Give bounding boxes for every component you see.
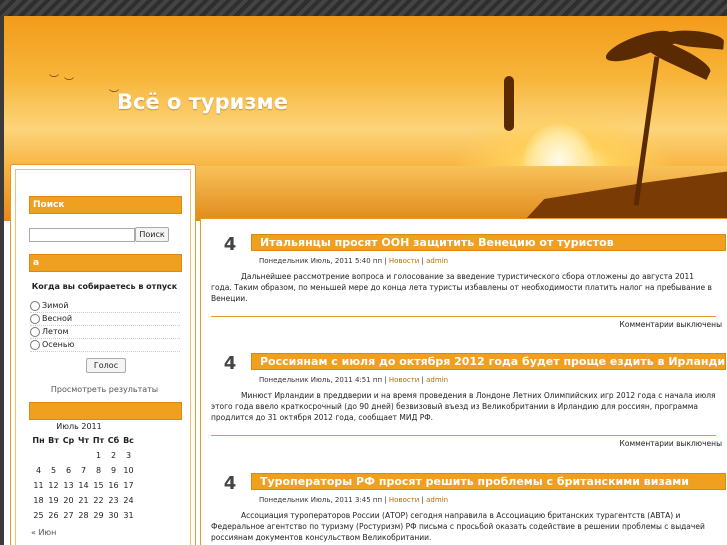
main-content: 4 Итальянцы просят ООН защитить Венецию … xyxy=(200,218,727,545)
search-button[interactable]: Поиск xyxy=(135,227,169,242)
post-body: Минюст Ирландии в преддверии и на время … xyxy=(211,391,716,422)
post-author[interactable]: admin xyxy=(426,257,448,265)
calendar-week: 4 5 6 7 8 9 10 xyxy=(35,466,134,475)
post-comments-link[interactable]: Комментарии выключены xyxy=(620,320,722,329)
post-body: Ассоциация туроператоров России (АТОР) с… xyxy=(211,511,705,542)
post-category[interactable]: Новости xyxy=(389,376,419,384)
post: 4 Россиянам с июля до октября 2012 года … xyxy=(201,353,727,468)
calendar-week: 11 12 13 14 15 16 17 xyxy=(33,481,134,490)
calendar-week: 18 19 20 21 22 23 24 xyxy=(33,496,134,505)
radio-icon[interactable] xyxy=(30,313,40,324)
figure-graphic xyxy=(504,76,514,131)
calendar-week: 123 xyxy=(95,451,132,460)
bird-icon: ︶ xyxy=(49,75,59,86)
poll-option[interactable]: Осенью xyxy=(30,339,180,352)
post-title[interactable]: Россиянам с июля до октября 2012 года бу… xyxy=(251,353,726,370)
post-category[interactable]: Новости xyxy=(389,257,419,265)
post-author[interactable]: admin xyxy=(426,376,448,384)
post-category[interactable]: Новости xyxy=(389,496,419,504)
post: 4 Туроператоры РФ просят решить проблемы… xyxy=(201,473,727,545)
post-author[interactable]: admin xyxy=(426,496,448,504)
search-input[interactable] xyxy=(29,228,135,242)
post-body: Дальнейшее рассмотрение вопроса и голосо… xyxy=(211,272,712,303)
poll-widget-title: а xyxy=(29,254,182,272)
calendar-widget-title xyxy=(29,402,182,420)
page-frame: ︶ ︶ ︶ Всё о туризме Поиск Поиск а Когда … xyxy=(4,16,727,545)
poll-question: Когда вы собираетесь в отпуск xyxy=(31,282,178,291)
radio-icon[interactable] xyxy=(30,326,40,337)
site-title[interactable]: Всё о туризме xyxy=(117,90,288,114)
post-day: 4 xyxy=(223,234,237,255)
post-title[interactable]: Туроператоры РФ просят решить проблемы с… xyxy=(251,473,726,490)
poll-option[interactable]: Зимой xyxy=(30,300,180,313)
calendar-caption: Июль 2011 xyxy=(56,422,102,431)
calendar-week: 25 26 27 28 29 30 31 xyxy=(33,511,134,520)
post-separator xyxy=(211,435,716,436)
top-bar xyxy=(0,0,727,16)
vote-button[interactable]: Голос xyxy=(86,358,126,373)
post-day: 4 xyxy=(223,473,237,494)
post-meta: Понедельник Июль, 2011 3:45 пп | Новости… xyxy=(259,496,449,504)
search-widget-title: Поиск xyxy=(29,196,182,214)
post-comments-link[interactable]: Комментарии выключены xyxy=(620,439,722,448)
calendar-prev-link[interactable]: « Июн xyxy=(31,528,56,537)
sidebar: Поиск Поиск а Когда вы собираетесь в отп… xyxy=(10,164,196,545)
radio-icon[interactable] xyxy=(30,339,40,350)
post: 4 Итальянцы просят ООН защитить Венецию … xyxy=(201,234,727,349)
poll-option[interactable]: Летом xyxy=(30,326,180,339)
calendar-weekdays: Пн Вт Ср Чт Пт Сб Вс xyxy=(32,436,134,445)
poll-option[interactable]: Весной xyxy=(30,313,180,326)
sidebar-inner: Поиск Поиск а Когда вы собираетесь в отп… xyxy=(15,169,191,545)
post-title[interactable]: Итальянцы просят ООН защитить Венецию от… xyxy=(251,234,726,251)
post-meta: Понедельник Июль, 2011 5:40 пп | Новости… xyxy=(259,257,449,265)
radio-icon[interactable] xyxy=(30,300,40,311)
post-separator xyxy=(211,316,716,317)
bird-icon: ︶ xyxy=(64,78,74,89)
post-day: 4 xyxy=(223,353,237,374)
post-meta: Понедельник Июль, 2011 4:51 пп | Новости… xyxy=(259,376,449,384)
poll-results-link[interactable]: Просмотреть результаты xyxy=(29,385,180,394)
